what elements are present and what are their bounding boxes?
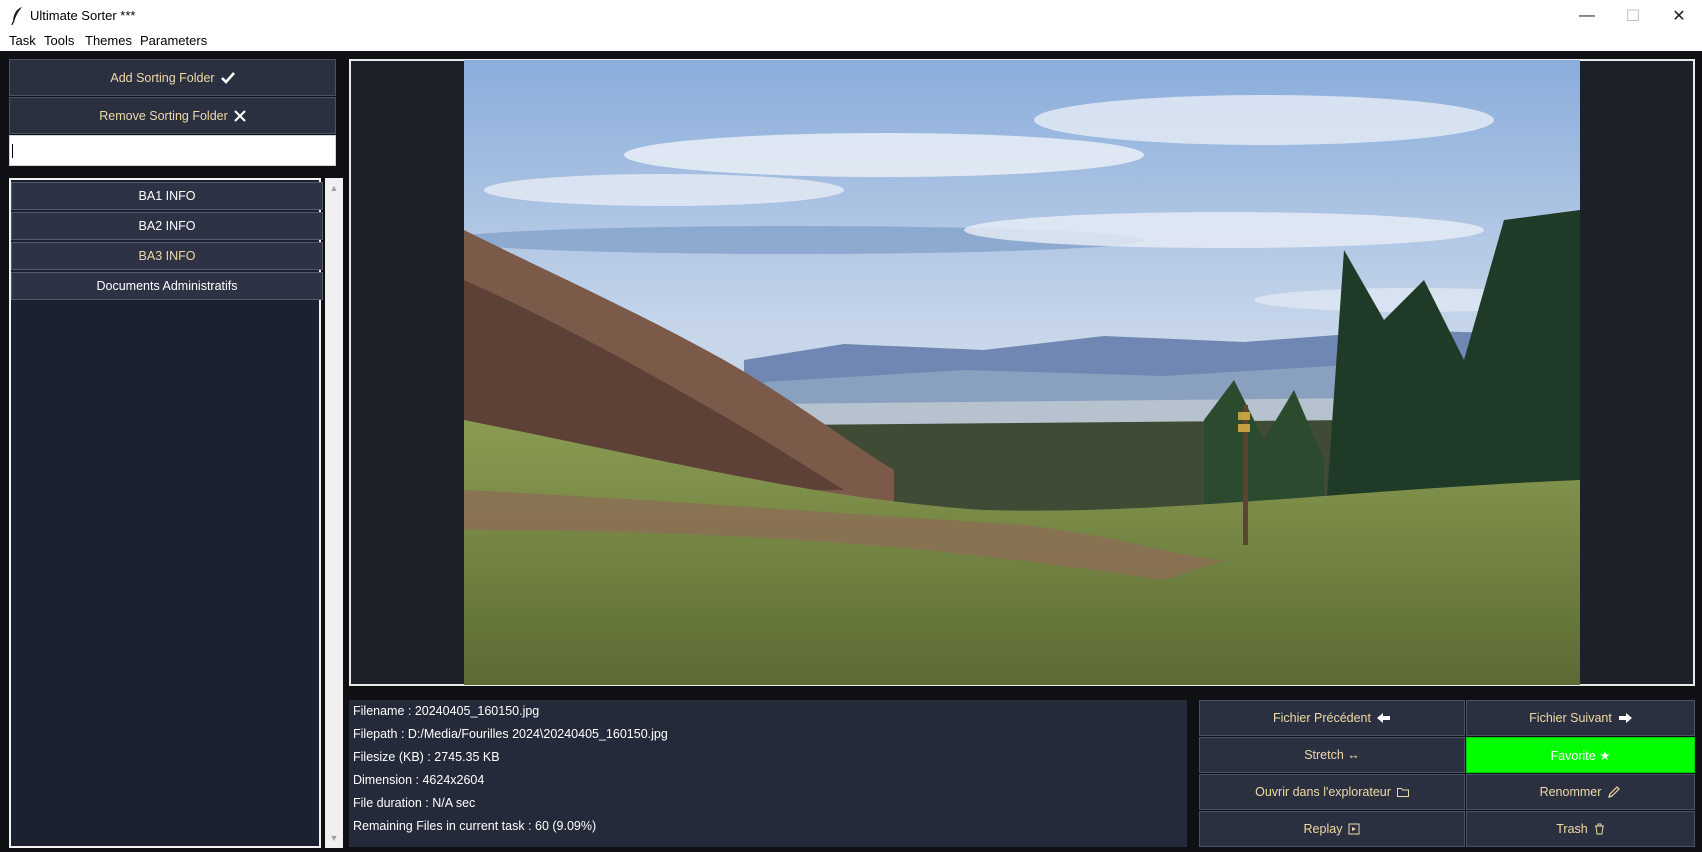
next-file-button[interactable]: Fichier Suivant	[1466, 700, 1695, 736]
open-explorer-button[interactable]: Ouvrir dans l'explorateur	[1199, 774, 1465, 810]
folder-item[interactable]: BA2 INFO	[11, 212, 323, 240]
replay-button[interactable]: Replay	[1199, 811, 1465, 847]
remaining-files-text: Remaining Files in current task : 60 (9.…	[353, 819, 597, 833]
trash-icon	[1594, 823, 1604, 835]
dimension-text: Dimension : 4624x2604	[353, 773, 485, 787]
scroll-down-arrow[interactable]: ▼	[325, 830, 343, 846]
pencil-icon	[1608, 786, 1621, 798]
menu-themes[interactable]: Themes	[85, 33, 132, 48]
replay-icon	[1348, 823, 1360, 835]
filename-text: Filename : 20240405_160150.jpg	[353, 704, 540, 718]
previous-file-label: Fichier Précédent	[1273, 711, 1371, 725]
rename-button[interactable]: Renommer	[1466, 774, 1695, 810]
arrow-right-icon	[1618, 713, 1632, 723]
trash-button[interactable]: Trash	[1466, 811, 1695, 847]
menu-task[interactable]: Task	[9, 33, 36, 48]
window-title: Ultimate Sorter ***	[30, 8, 136, 23]
stretch-label: Stretch ↔	[1304, 748, 1360, 762]
folder-item[interactable]: BA1 INFO	[11, 182, 323, 210]
favorite-button[interactable]: Favorite ★	[1466, 737, 1695, 773]
cross-icon	[234, 109, 246, 122]
folder-list-scrollbar[interactable]: ▲ ▼	[325, 178, 343, 848]
add-sorting-folder-label: Add Sorting Folder	[110, 70, 215, 85]
menu-parameters[interactable]: Parameters	[140, 33, 207, 48]
folder-name-input[interactable]	[9, 135, 336, 166]
replay-label: Replay	[1303, 822, 1343, 836]
folder-icon	[1396, 788, 1409, 797]
remove-sorting-folder-button[interactable]: Remove Sorting Folder	[9, 97, 336, 134]
close-button[interactable]: ✕	[1656, 0, 1702, 32]
check-icon	[220, 71, 235, 84]
text-caret	[12, 144, 13, 158]
arrow-left-icon	[1376, 713, 1390, 723]
minimize-button[interactable]: —	[1564, 0, 1610, 32]
duration-text: File duration : N/A sec	[353, 796, 476, 810]
title-bar: Ultimate Sorter *** — ☐ ✕	[0, 0, 1702, 32]
remove-sorting-folder-label: Remove Sorting Folder	[99, 108, 228, 123]
menu-bar: Task Tools Themes Parameters	[0, 32, 1702, 51]
open-explorer-label: Ouvrir dans l'explorateur	[1255, 785, 1391, 799]
file-info-panel: Filename : 20240405_160150.jpg Filepath …	[349, 700, 1187, 847]
rename-label: Renommer	[1539, 785, 1602, 799]
filesize-text: Filesize (KB) : 2745.35 KB	[353, 750, 500, 764]
trash-label: Trash	[1556, 822, 1588, 836]
add-sorting-folder-button[interactable]: Add Sorting Folder	[9, 59, 336, 96]
maximize-button[interactable]: ☐	[1610, 0, 1656, 32]
menu-tools[interactable]: Tools	[44, 33, 74, 48]
previous-file-button[interactable]: Fichier Précédent	[1199, 700, 1465, 736]
next-file-label: Fichier Suivant	[1529, 711, 1612, 725]
folder-item[interactable]: Documents Administratifs	[11, 272, 323, 300]
filepath-text: Filepath : D:/Media/Fourilles 2024\20240…	[353, 727, 668, 741]
favorite-label: Favorite ★	[1550, 748, 1611, 763]
sorting-folder-list: BA1 INFO BA2 INFO BA3 INFO Documents Adm…	[9, 178, 323, 848]
scroll-up-arrow[interactable]: ▲	[325, 180, 343, 196]
folder-item[interactable]: BA3 INFO	[11, 242, 323, 270]
landscape-photo	[464, 60, 1580, 685]
stretch-button[interactable]: Stretch ↔	[1199, 737, 1465, 773]
feather-icon	[11, 7, 22, 26]
